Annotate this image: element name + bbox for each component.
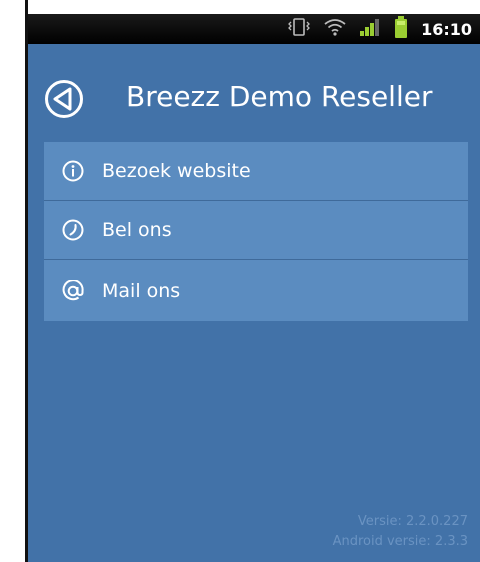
app-screen: 16:10 Breezz Demo Reseller Bezoek websit… [25, 0, 480, 562]
menu-item-label: Bel ons [102, 219, 172, 241]
battery-icon [394, 16, 408, 42]
info-icon [62, 160, 84, 182]
status-bar: 16:10 [28, 0, 480, 44]
at-icon [62, 278, 84, 302]
menu-item-label: Bezoek website [102, 160, 251, 182]
vibrate-icon [287, 17, 311, 41]
status-time: 16:10 [421, 19, 472, 39]
wifi-icon [324, 17, 346, 41]
menu-item-mail-us[interactable]: Mail ons [44, 260, 468, 321]
status-icons: 16:10 [287, 16, 472, 42]
version-info: Versie: 2.2.0.227 Android versie: 2.3.3 [333, 512, 468, 552]
phone-icon [62, 219, 84, 241]
menu-item-call-us[interactable]: Bel ons [44, 201, 468, 260]
page-title: Breezz Demo Reseller [126, 80, 433, 113]
signal-icon [359, 17, 381, 41]
back-arrow-icon[interactable] [44, 79, 84, 119]
menu-item-label: Mail ons [102, 279, 181, 302]
app-version: Versie: 2.2.0.227 [357, 514, 468, 529]
menu-item-visit-website[interactable]: Bezoek website [44, 142, 468, 201]
android-version: Android versie: 2.3.3 [332, 534, 468, 549]
app-header: Breezz Demo Reseller [28, 44, 480, 142]
menu-list: Bezoek website Bel ons Mail ons [44, 142, 468, 321]
